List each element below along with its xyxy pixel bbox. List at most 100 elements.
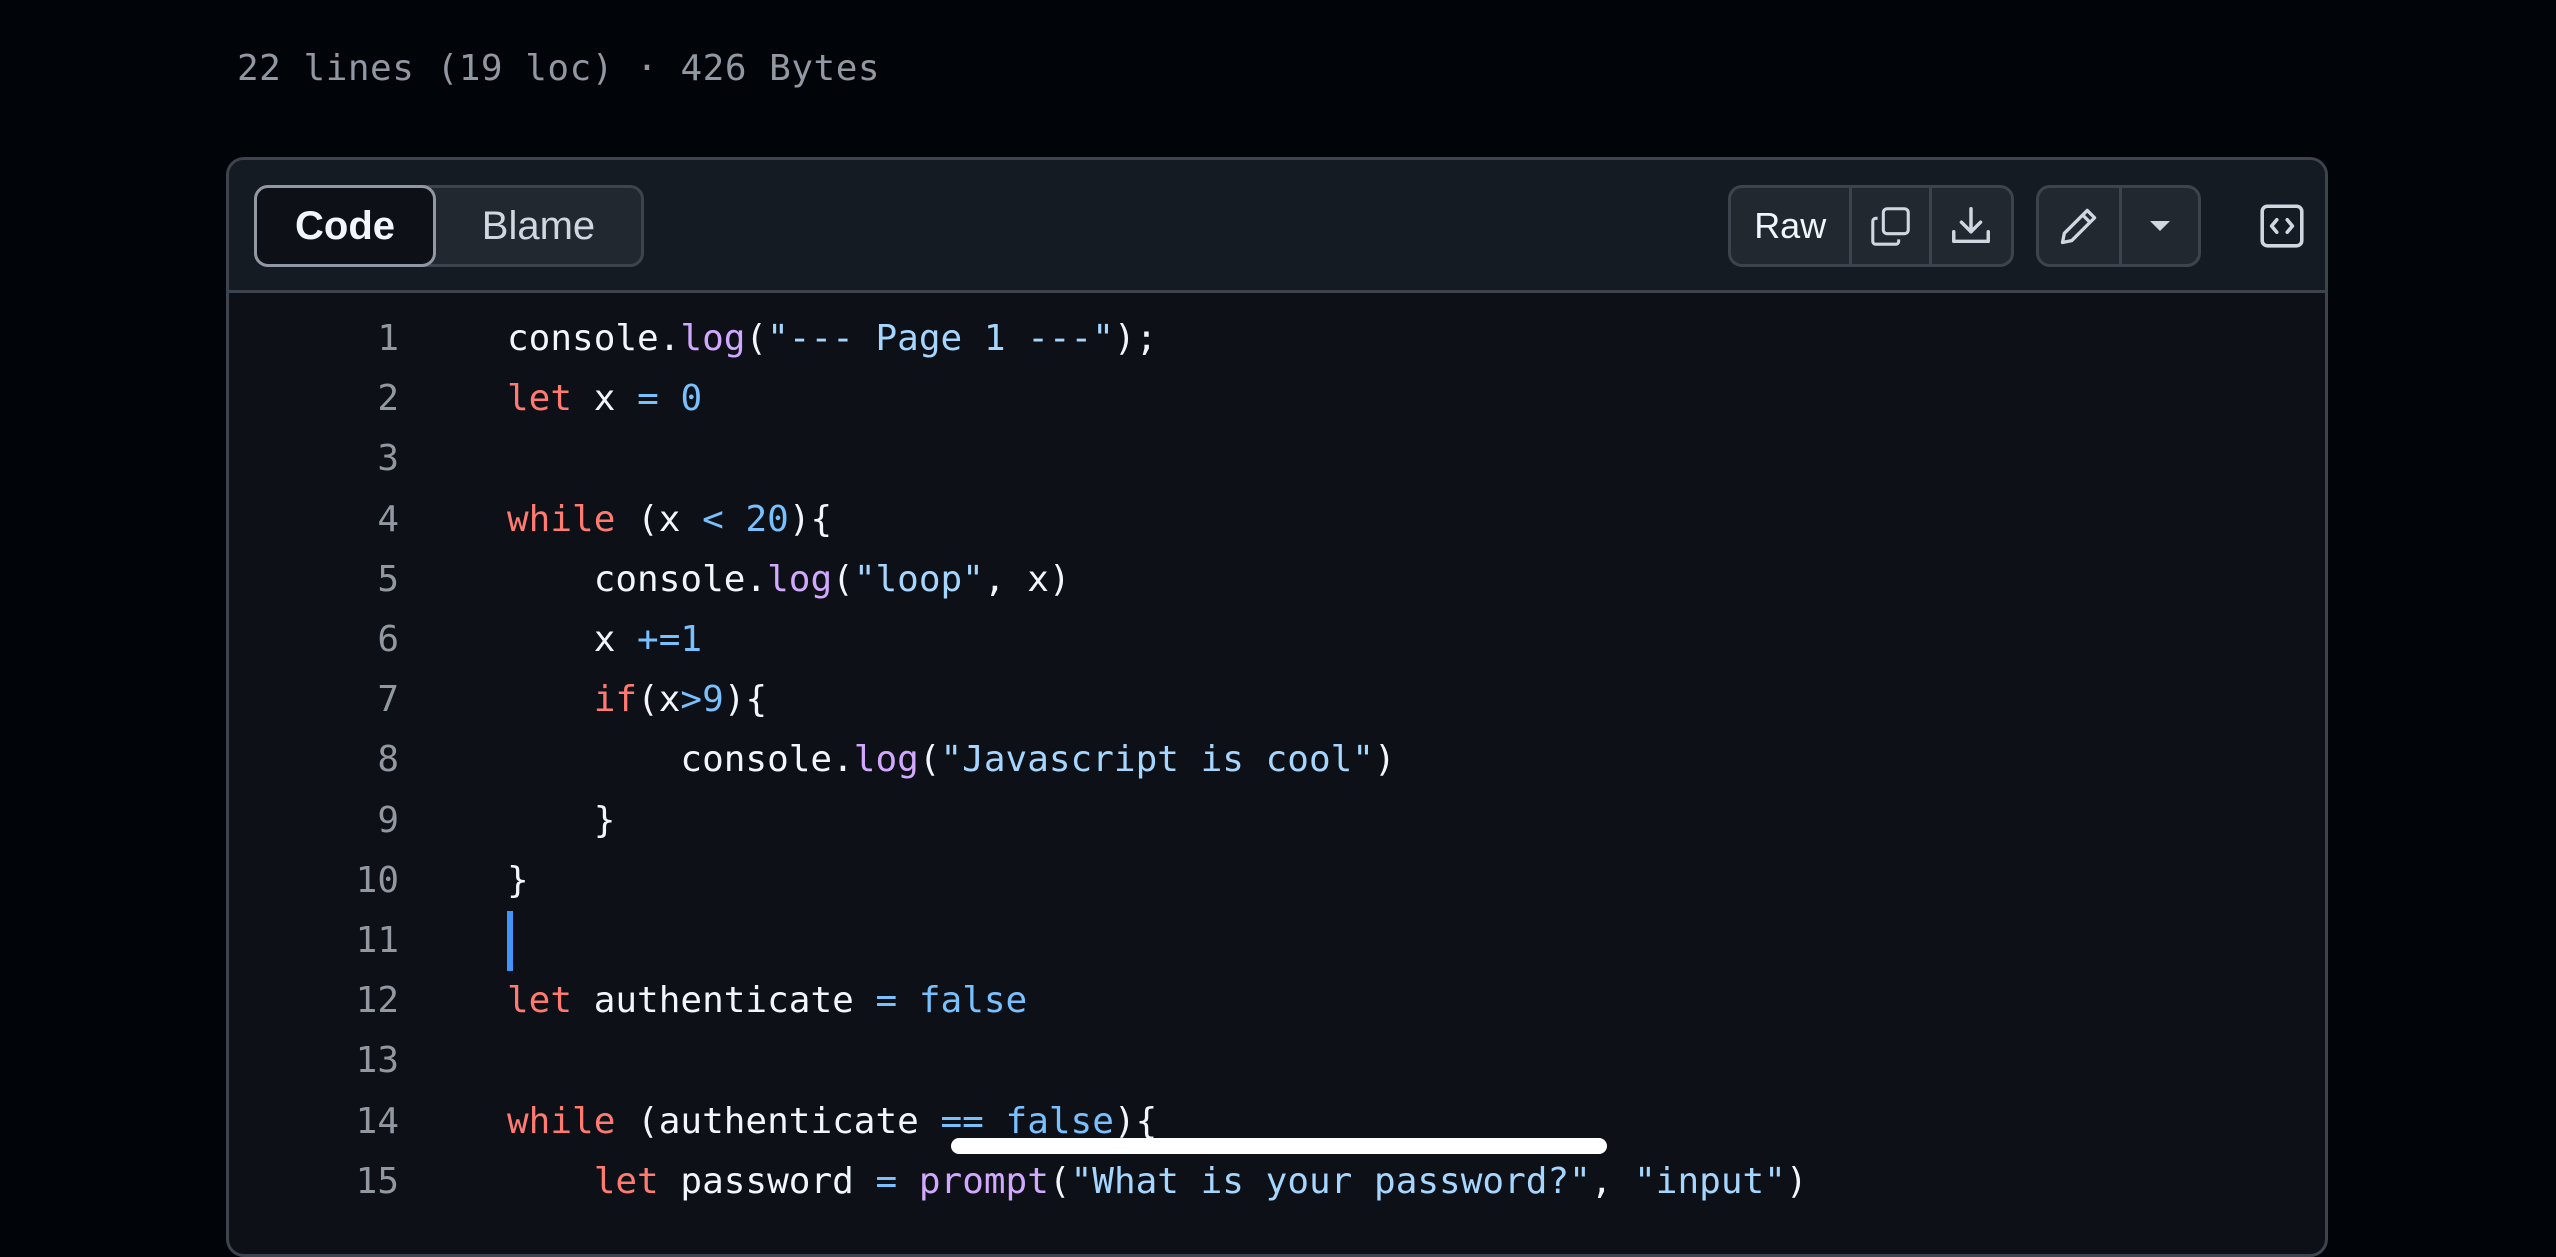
code-line: 5 console.log("loop", x) (229, 550, 2325, 610)
code-token: ); (1113, 318, 1158, 359)
code-token: log (680, 318, 746, 359)
code-token: 20 (745, 498, 789, 540)
code-token: log (767, 558, 833, 600)
line-code: let authenticate = false (507, 971, 1027, 1031)
line-number[interactable]: 1 (229, 309, 399, 369)
line-number[interactable]: 2 (229, 369, 399, 429)
code-line: 13 (229, 1031, 2325, 1091)
code-line: 7 if(x>9){ (229, 670, 2325, 730)
code-token: if (593, 679, 638, 721)
line-number[interactable]: 14 (229, 1092, 399, 1152)
code-token: 1 (680, 619, 703, 660)
code-token: console. (507, 558, 768, 600)
raw-label: Raw (1754, 205, 1827, 246)
code-token: ){ (1113, 1100, 1158, 1142)
text-cursor (507, 911, 513, 971)
line-code: let x = 0 (507, 369, 702, 429)
line-code: if(x>9){ (507, 670, 767, 730)
triangle-down-icon (2150, 221, 2170, 231)
tab-code[interactable]: Code (254, 185, 436, 267)
tab-blame[interactable]: Blame (436, 188, 641, 264)
code-token: (x (637, 679, 681, 721)
code-token: "input" (1634, 1160, 1786, 1202)
line-number[interactable]: 7 (229, 670, 399, 730)
pencil-icon (2060, 208, 2097, 245)
code-token: = (875, 980, 898, 1022)
code-token: while (507, 1100, 616, 1142)
code-token: == (940, 1100, 984, 1142)
line-number[interactable]: 8 (229, 730, 399, 790)
code-line: 8 console.log("Javascript is cool") (229, 730, 2325, 790)
edit-button[interactable] (2039, 188, 2122, 264)
code-token: console. (507, 318, 681, 359)
file-toolbar: Code Blame Raw (229, 160, 2325, 293)
code-token: ( (832, 558, 854, 600)
line-code: console.log("--- Page 1 ---"); (507, 309, 1157, 369)
copy-icon (1870, 207, 1910, 246)
raw-button[interactable]: Raw (1731, 188, 1853, 264)
code-square-icon (2260, 204, 2304, 248)
code-token: ) (1373, 739, 1396, 781)
code-token: authenticate (572, 980, 876, 1022)
code-token: console. (507, 739, 854, 781)
code-line: 3 (229, 429, 2325, 489)
line-code: while (x < 20){ (507, 490, 832, 550)
code-line: 9 } (229, 791, 2325, 851)
copy-button[interactable] (1852, 188, 1932, 264)
code-token: x (507, 619, 638, 660)
line-number[interactable]: 5 (229, 550, 399, 610)
code-token: ){ (788, 498, 833, 540)
code-token: } (507, 799, 616, 841)
home-indicator[interactable] (951, 1138, 1607, 1154)
edit-group (2036, 185, 2201, 267)
code-token: , x) (983, 558, 1071, 600)
more-edit-options-button[interactable] (2122, 188, 2198, 264)
code-token: password (658, 1160, 876, 1202)
line-number[interactable]: 12 (229, 971, 399, 1031)
line-code: } (507, 791, 616, 851)
code-token: , (1590, 1160, 1635, 1202)
file-viewer: Code Blame Raw 1 console.log("--- Page 1… (226, 157, 2328, 1257)
code-token: false (918, 980, 1028, 1022)
code-token: ){ (723, 679, 768, 721)
code-line: 11 (229, 911, 2325, 971)
code-line: 4 while (x < 20){ (229, 490, 2325, 550)
code-line: 10} (229, 851, 2325, 911)
line-number[interactable]: 13 (229, 1031, 399, 1091)
code-token: > (680, 679, 703, 721)
code-line: 2 let x = 0 (229, 369, 2325, 429)
code-token: } (507, 859, 529, 901)
code-token: prompt (918, 1160, 1049, 1202)
line-number[interactable]: 10 (229, 851, 399, 911)
code-token: x (572, 378, 638, 420)
line-code: console.log("loop", x) (507, 550, 1071, 610)
code-token: let (507, 980, 573, 1022)
code-token: 0 (680, 378, 703, 420)
line-number[interactable]: 4 (229, 490, 399, 550)
line-number[interactable]: 9 (229, 791, 399, 851)
code-token: = (637, 378, 659, 420)
symbols-button[interactable] (2241, 185, 2323, 267)
line-code: let password = prompt("What is your pass… (507, 1152, 1808, 1212)
line-code: console.log("Javascript is cool") (507, 730, 1396, 790)
line-number[interactable]: 6 (229, 610, 399, 670)
code-token: false (1005, 1100, 1114, 1142)
line-number[interactable]: 11 (229, 911, 399, 971)
code-token: ( (1048, 1160, 1071, 1202)
code-token: let (593, 1160, 659, 1202)
file-info: 22 lines (19 loc) · 426 Bytes (237, 48, 881, 89)
download-button[interactable] (1932, 188, 2011, 264)
code-token: "loop" (853, 558, 984, 600)
code-token: (x (615, 498, 703, 540)
line-code: } (507, 851, 529, 911)
line-code: x +=1 (507, 610, 702, 670)
line-number[interactable]: 3 (229, 429, 399, 489)
code-line: 1 console.log("--- Page 1 ---"); (229, 309, 2325, 369)
line-number[interactable]: 15 (229, 1152, 399, 1212)
code-line: 15 let password = prompt("What is your p… (229, 1152, 2325, 1212)
